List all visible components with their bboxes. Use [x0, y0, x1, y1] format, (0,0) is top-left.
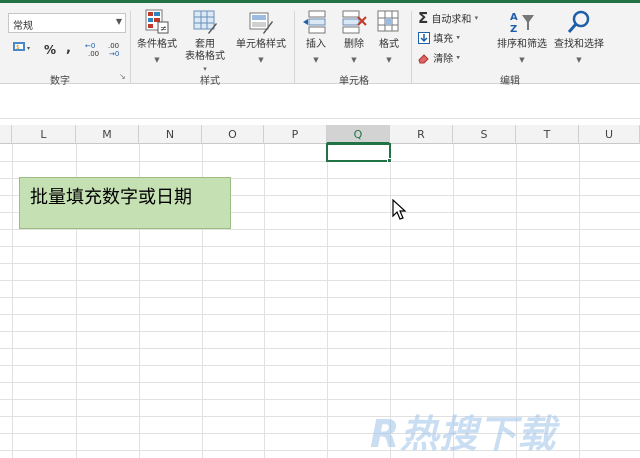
group-separator	[130, 11, 131, 83]
sort-filter-icon: A Z	[510, 12, 534, 35]
svg-text:.00: .00	[88, 50, 99, 57]
accounting-icon: $ ▾	[13, 42, 30, 52]
cell-styles-label: 单元格样式	[236, 39, 286, 50]
active-cell-cursor[interactable]	[326, 143, 391, 162]
autosum-button[interactable]: Σ 自动求和 ▾	[418, 9, 478, 27]
sigma-icon: Σ	[418, 9, 429, 27]
increase-decimal-button[interactable]: ←0 .00	[84, 41, 104, 60]
fill-button[interactable]: 填充 ▾	[418, 30, 460, 45]
decrease-decimal-icon: .00 →0	[108, 42, 119, 58]
decrease-decimal-button[interactable]: .00 →0	[106, 41, 126, 60]
find-select-button[interactable]: 查找和选择 ▼	[551, 9, 607, 66]
group-separator	[411, 11, 412, 83]
cell-styles-icon	[249, 12, 273, 34]
watermark-text: R热搜下载	[370, 412, 557, 456]
accounting-format-button[interactable]: $ ▾	[12, 41, 34, 58]
clear-label: 清除	[433, 54, 454, 65]
insert-cells-button[interactable]: 插入 ▼	[298, 9, 334, 66]
delete-cells-button[interactable]: 删除 ▼	[336, 9, 372, 66]
format-cells-button[interactable]: 格式 ▼	[374, 9, 404, 66]
autosum-label: 自动求和	[431, 14, 472, 26]
table-format-label-line1: 套用	[195, 39, 215, 50]
format-label: 格式	[379, 39, 399, 50]
eraser-icon	[418, 53, 429, 63]
conditional-format-icon: ≠	[145, 9, 169, 34]
svg-text:Z: Z	[510, 24, 517, 35]
fill-down-icon	[418, 31, 430, 44]
column-header-T[interactable]: T	[516, 125, 579, 144]
svg-text:→0: →0	[109, 50, 119, 57]
svg-text:▾: ▾	[27, 45, 30, 52]
find-select-label: 查找和选择	[554, 39, 604, 50]
column-header-L[interactable]: L	[12, 125, 76, 144]
chevron-down-icon: ▼	[115, 17, 122, 26]
svg-text:≠: ≠	[160, 24, 167, 33]
svg-text:$: $	[16, 44, 20, 51]
fill-handle[interactable]	[387, 158, 392, 163]
svg-text:←0: ←0	[85, 42, 95, 50]
formula-bar-separator	[0, 118, 640, 119]
column-header-row: L M N O P Q R S T U	[0, 125, 640, 144]
group-separator	[294, 11, 295, 83]
chevron-down-icon: ▼	[351, 56, 357, 64]
column-header-R[interactable]: R	[390, 125, 453, 144]
chevron-down-icon: ▼	[386, 56, 392, 64]
conditional-format-label: 条件格式	[137, 39, 177, 50]
column-header-Q[interactable]: Q	[327, 125, 390, 144]
formula-bar-area	[0, 85, 640, 125]
column-header-N[interactable]: N	[139, 125, 202, 144]
spreadsheet-grid[interactable]: L M N O P Q R S T U 批量填充数字或日期 R热搜下载	[0, 125, 640, 458]
magnifier-icon	[567, 10, 590, 33]
chevron-down-icon: ▾	[474, 14, 479, 22]
chevron-down-icon: ▼	[154, 56, 160, 64]
delete-icon	[342, 10, 367, 34]
column-header-P[interactable]: P	[264, 125, 327, 144]
chevron-down-icon: ▾	[456, 33, 460, 42]
clear-button[interactable]: 清除 ▾	[418, 50, 460, 65]
svg-text:A: A	[510, 12, 518, 23]
table-format-label-line2: 表格格式	[185, 51, 225, 62]
column-header-O[interactable]: O	[202, 125, 264, 144]
chevron-down-icon: ▼	[576, 56, 582, 64]
percent-style-button[interactable]: %	[44, 43, 56, 57]
conditional-format-button[interactable]: ≠ 条件格式 ▼	[134, 9, 180, 66]
comma-style-button[interactable]: ,	[66, 41, 71, 56]
sort-filter-button[interactable]: A Z 排序和筛选 ▼	[494, 9, 550, 66]
number-format-dropdown[interactable]: 常规 ▼	[8, 13, 126, 33]
table-format-icon	[193, 10, 217, 34]
column-header-S[interactable]: S	[453, 125, 516, 144]
dialog-launcher-icon[interactable]: ↘	[119, 72, 126, 81]
chevron-down-icon: ▼	[313, 56, 319, 64]
column-header-partial[interactable]	[0, 125, 12, 144]
fill-label: 填充	[433, 34, 454, 45]
format-as-table-button[interactable]: 套用 表格格式 ▾	[182, 9, 228, 75]
insert-label: 插入	[306, 39, 326, 50]
text-box-content: 批量填充数字或日期	[30, 187, 192, 208]
cell-styles-button[interactable]: 单元格样式 ▼	[232, 9, 290, 66]
chevron-down-icon: ▼	[519, 56, 525, 64]
sort-filter-label: 排序和筛选	[497, 39, 547, 50]
delete-label: 删除	[344, 39, 364, 50]
text-box-shape[interactable]: 批量填充数字或日期	[19, 177, 231, 229]
chevron-down-icon: ▾	[456, 53, 460, 62]
chevron-down-icon: ▼	[258, 56, 264, 64]
increase-decimal-icon: ←0 .00	[85, 42, 99, 58]
column-header-M[interactable]: M	[76, 125, 139, 144]
number-format-value: 常规	[13, 21, 33, 32]
mouse-pointer-icon	[392, 199, 407, 220]
column-header-U[interactable]: U	[579, 125, 640, 144]
format-icon	[377, 10, 399, 32]
insert-icon	[303, 10, 326, 34]
svg-text:.00: .00	[108, 42, 119, 50]
ribbon: 常规 ▼ $ ▾ % , ←0 .00 .00 →0 数字 ↘ ≠ 条件格式 ▼…	[0, 3, 640, 87]
